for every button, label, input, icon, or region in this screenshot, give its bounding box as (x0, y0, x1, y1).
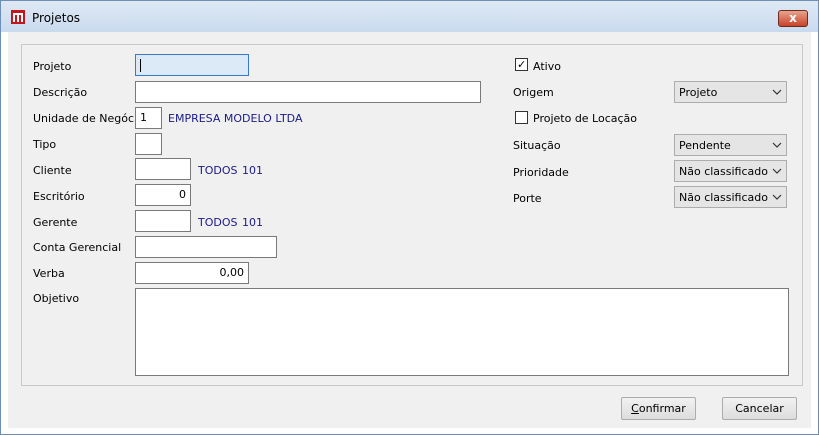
verba-input[interactable]: 0,00 (135, 262, 249, 284)
verba-label: Verba (33, 267, 65, 280)
porte-value: Não classificado (679, 191, 768, 204)
close-icon: x (789, 11, 797, 25)
title-bar[interactable]: Projetos x (1, 1, 818, 32)
escritorio-label: Escritório (33, 190, 85, 203)
tipo-label: Tipo (33, 138, 57, 151)
chevron-down-icon (772, 194, 782, 200)
cliente-label: Cliente (33, 164, 72, 177)
conta-gerencial-label: Conta Gerencial (33, 241, 122, 254)
app-logo-icon (11, 10, 25, 24)
situacao-value: Pendente (679, 139, 731, 152)
close-button[interactable]: x (778, 10, 808, 27)
chevron-down-icon (772, 142, 782, 148)
ativo-label: Ativo (533, 60, 561, 73)
cancelar-button[interactable]: Cancelar (722, 397, 797, 420)
unidade-name: EMPRESA MODELO LTDA (168, 112, 303, 125)
gerente-label: Gerente (33, 216, 78, 229)
unidade-input[interactable]: 1 (135, 107, 162, 129)
projetos-window: Projetos x Projeto Descrição Unidade de … (0, 0, 819, 435)
cliente-input[interactable] (135, 158, 191, 180)
origem-select[interactable]: Projeto (674, 81, 787, 103)
cliente-code: 101 (242, 164, 263, 177)
tipo-input[interactable] (135, 133, 162, 155)
confirmar-button[interactable]: Confirmar (621, 397, 696, 420)
origem-value: Projeto (679, 86, 718, 99)
gerente-name: TODOS (198, 216, 238, 229)
client-area: Projeto Descrição Unidade de Negócio 1 E… (8, 32, 811, 428)
gerente-input[interactable] (135, 210, 191, 232)
projeto-locacao-label: Projeto de Locação (533, 112, 638, 125)
conta-gerencial-input[interactable] (135, 236, 277, 258)
check-icon: ✓ (517, 58, 527, 71)
situacao-select[interactable]: Pendente (674, 134, 787, 156)
projeto-input[interactable] (135, 54, 249, 76)
chevron-down-icon (772, 168, 782, 174)
prioridade-label: Prioridade (513, 166, 569, 179)
window-title: Projetos (32, 11, 81, 25)
prioridade-value: Não classificado (679, 165, 768, 178)
situacao-label: Situação (513, 139, 561, 152)
escritorio-input[interactable]: 0 (135, 184, 191, 206)
projeto-label: Projeto (33, 60, 72, 73)
form-group: Projeto Descrição Unidade de Negócio 1 E… (21, 44, 803, 386)
cliente-name: TODOS (198, 164, 238, 177)
descricao-label: Descrição (33, 86, 88, 99)
porte-select[interactable]: Não classificado (674, 186, 787, 208)
objetivo-textarea[interactable] (135, 288, 789, 376)
objetivo-label: Objetivo (33, 292, 80, 305)
porte-label: Porte (513, 192, 542, 205)
origem-label: Origem (513, 86, 554, 99)
unidade-label: Unidade de Negócio (33, 112, 144, 125)
projeto-locacao-checkbox[interactable] (515, 111, 528, 124)
prioridade-select[interactable]: Não classificado (674, 160, 787, 182)
text-caret (140, 58, 141, 72)
chevron-down-icon (772, 89, 782, 95)
descricao-input[interactable] (135, 81, 481, 103)
gerente-code: 101 (242, 216, 263, 229)
ativo-checkbox[interactable]: ✓ (515, 58, 528, 71)
